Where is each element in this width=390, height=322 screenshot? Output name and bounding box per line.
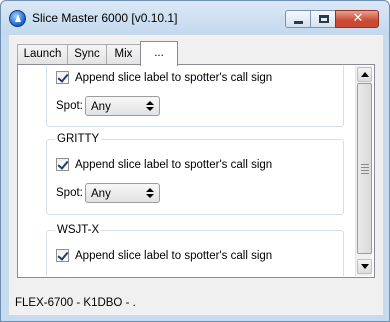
- app-logo-icon[interactable]: [9, 10, 26, 27]
- chevron-up-icon: [146, 101, 154, 105]
- grip-line: [361, 164, 369, 165]
- gritty-spot-select[interactable]: Any: [85, 183, 160, 203]
- gritty-append-label-checkbox[interactable]: [56, 158, 69, 171]
- title-bar[interactable]: Slice Master 6000 [v0.10.1] ✕: [1, 1, 389, 35]
- gritty-append-label-text: Append slice label to spotter's call sig…: [75, 159, 273, 171]
- scroll-down-button[interactable]: [357, 259, 372, 274]
- window-title: Slice Master 6000 [v0.10.1]: [32, 11, 178, 25]
- chevron-up-icon: [146, 188, 154, 192]
- minimize-button[interactable]: [285, 10, 311, 28]
- append-label-checkbox[interactable]: [56, 71, 69, 84]
- wsjtx-append-label-text: Append slice label to spotter's call sig…: [75, 250, 273, 262]
- close-button[interactable]: ✕: [335, 10, 379, 28]
- scroll-up-icon: [361, 72, 369, 77]
- app-window: Slice Master 6000 [v0.10.1] ✕ Launch Syn…: [0, 0, 390, 322]
- spot-select-value: Any: [91, 101, 111, 113]
- close-icon: ✕: [352, 11, 364, 26]
- tab-panel: Append slice label to spotter's call sig…: [17, 64, 375, 278]
- status-bar: FLEX-6700 - K1DBO - .: [9, 287, 383, 315]
- grip-line: [361, 173, 369, 174]
- wsjtx-group-title: WSJT-X: [55, 223, 102, 237]
- spot-select[interactable]: Any: [85, 96, 160, 116]
- scroll-viewport: Append slice label to spotter's call sig…: [19, 66, 355, 276]
- maximize-icon: [319, 15, 329, 23]
- maximize-button[interactable]: [310, 10, 336, 28]
- wsjtx-append-label-checkbox[interactable]: [56, 249, 69, 262]
- tab-launch[interactable]: Launch: [17, 44, 68, 65]
- tab-more[interactable]: ...: [140, 41, 178, 66]
- chevron-down-icon: [146, 194, 154, 198]
- grip-line: [361, 170, 369, 171]
- vertical-scrollbar[interactable]: [355, 66, 372, 276]
- window-client-area: Launch Sync Mix ... Append slice label t…: [9, 35, 383, 315]
- status-text: FLEX-6700 - K1DBO - .: [15, 297, 136, 309]
- append-label-text: Append slice label to spotter's call sig…: [75, 72, 273, 84]
- minimize-icon: [294, 21, 303, 24]
- gritty-group: GRITTY Append slice label to spotter's c…: [46, 132, 344, 215]
- gritty-spot-label: Spot:: [56, 187, 83, 199]
- tab-sync[interactable]: Sync: [67, 44, 107, 65]
- chevron-down-icon: [146, 107, 154, 111]
- wsjtx-group: WSJT-X Append slice label to spotter's c…: [46, 223, 344, 276]
- spot-label: Spot:: [56, 100, 83, 112]
- scroll-up-button[interactable]: [357, 67, 372, 82]
- tab-mix[interactable]: Mix: [106, 44, 141, 65]
- spot-group: Append slice label to spotter's call sig…: [46, 66, 344, 127]
- grip-line: [361, 167, 369, 168]
- scroll-down-icon: [361, 264, 369, 269]
- gritty-spot-select-value: Any: [91, 188, 111, 200]
- scroll-thumb[interactable]: [357, 83, 372, 254]
- gritty-group-title: GRITTY: [55, 132, 102, 146]
